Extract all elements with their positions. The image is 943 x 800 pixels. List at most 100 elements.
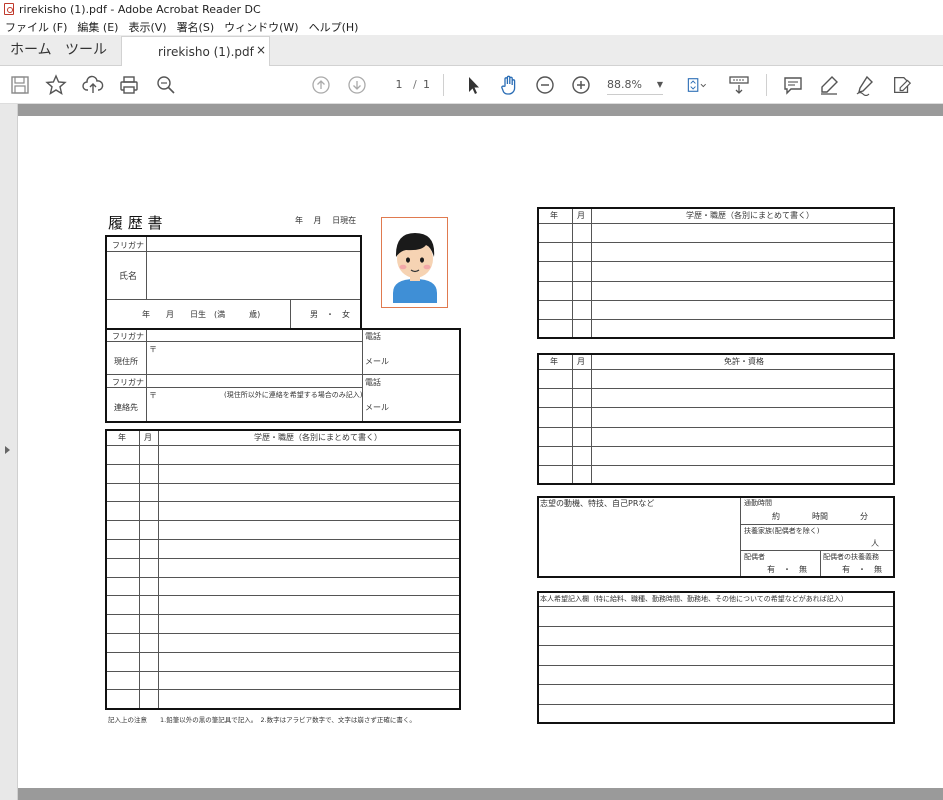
- toolbar-divider: [766, 74, 767, 96]
- table-row-line: [539, 645, 893, 646]
- table-row-line: [107, 482, 459, 484]
- menu-file[interactable]: ファイル (F): [0, 19, 72, 35]
- contact-postal: 〒: [149, 391, 157, 400]
- spouse-label: 配偶者: [744, 553, 765, 561]
- menu-window[interactable]: ウィンドウ(W): [219, 19, 303, 35]
- wish-label: 本人希望記入欄（特に給料、職種、勤務時間、勤務地、その他についての希望などがあれ…: [540, 595, 848, 603]
- table-row-line: [539, 684, 893, 685]
- scroll-mode-icon[interactable]: [728, 66, 750, 104]
- print-icon[interactable]: [118, 66, 140, 104]
- page-up-icon[interactable]: [310, 66, 332, 104]
- pdf-file-icon: [4, 3, 14, 15]
- table-row-line: [539, 445, 893, 447]
- motivation-label: 志望の動機、特技、自己PRなど: [540, 499, 655, 508]
- title-bar: rirekisho (1).pdf - Adobe Acrobat Reader…: [0, 0, 943, 18]
- pdf-page: 履 歴 書 年 月 日現在 フリガナ 氏名 年 月 日生 (満 歳) 男 ・ 女…: [18, 116, 943, 788]
- spouse-support-label: 配偶者の扶養義務: [823, 553, 879, 561]
- find-zoom-icon[interactable]: [155, 66, 177, 104]
- history-right-month-header: 月: [577, 211, 585, 220]
- bookmark-star-icon[interactable]: [45, 66, 67, 104]
- menu-help[interactable]: ヘルプ(H): [304, 19, 364, 35]
- menu-sign[interactable]: 署名(S): [172, 19, 220, 35]
- window-title: rirekisho (1).pdf - Adobe Acrobat Reader…: [19, 2, 261, 16]
- page-down-icon[interactable]: [346, 66, 368, 104]
- address-box: [105, 328, 461, 423]
- address-postal: 〒: [149, 345, 157, 354]
- spouse-value: 有 ・ 無: [767, 565, 807, 574]
- contact-mail-label: メール: [365, 403, 389, 412]
- edit-pdf-icon[interactable]: [890, 66, 914, 104]
- gender-label: 男 ・ 女: [310, 310, 350, 319]
- navigation-pane-toggle[interactable]: [0, 104, 18, 800]
- page-total: 1: [423, 78, 430, 91]
- commute-value: 約 時間 分: [772, 512, 868, 521]
- address-phone-label: 電話: [365, 332, 381, 341]
- table-row-line: [539, 319, 893, 320]
- contact-furigana-label: フリガナ: [112, 378, 144, 387]
- select-cursor-icon[interactable]: [462, 66, 484, 104]
- divider: [107, 299, 360, 300]
- photo-frame: [381, 217, 448, 308]
- table-row-line: [107, 539, 459, 540]
- table-row-line: [107, 557, 459, 559]
- save-icon[interactable]: [9, 66, 31, 104]
- tab-home[interactable]: ホーム: [10, 35, 52, 65]
- zoom-level-select[interactable]: 88.8% ▼: [607, 75, 663, 95]
- table-row-line: [539, 625, 893, 627]
- page-separator: /: [413, 78, 417, 91]
- table-row-line: [107, 445, 459, 446]
- toolbar-divider: [443, 74, 444, 96]
- history-left-header: 学歴・職歴（各別にまとめて書く）: [254, 433, 382, 442]
- close-tab-icon[interactable]: ×: [256, 43, 266, 57]
- divider: [591, 209, 592, 337]
- comment-icon[interactable]: [782, 66, 804, 104]
- name-label: 氏名: [119, 272, 138, 282]
- table-row-line: [107, 651, 459, 653]
- furigana-label: フリガナ: [112, 241, 144, 250]
- table-row-line: [539, 280, 893, 282]
- divider: [820, 551, 821, 576]
- table-row-line: [539, 388, 893, 390]
- divider: [572, 355, 573, 483]
- menu-view[interactable]: 表示(V): [123, 19, 171, 35]
- contact-label: 連絡先: [114, 403, 138, 412]
- spouse-support-value: 有 ・ 無: [842, 565, 882, 574]
- address-label: 現住所: [114, 357, 138, 366]
- sign-pen-icon[interactable]: [854, 66, 876, 104]
- table-row-line: [539, 242, 893, 244]
- tab-tools[interactable]: ツール: [65, 35, 107, 65]
- license-month-header: 月: [577, 357, 585, 366]
- table-row-line: [107, 463, 459, 465]
- hand-tool-icon[interactable]: [498, 66, 520, 104]
- tab-document[interactable]: rirekisho (1).pdf ×: [121, 36, 270, 67]
- commute-label: 通勤時間: [744, 499, 772, 507]
- divider: [740, 498, 741, 576]
- table-row-line: [107, 576, 459, 578]
- divider: [107, 374, 459, 375]
- table-row-line: [107, 670, 459, 672]
- zoom-in-icon[interactable]: [570, 66, 592, 104]
- table-row-line: [539, 407, 893, 409]
- table-row-line: [539, 299, 893, 301]
- divider: [591, 355, 592, 483]
- table-row-line: [539, 426, 893, 428]
- upload-cloud-icon[interactable]: [82, 66, 104, 104]
- divider: [741, 550, 893, 551]
- tab-bar: ホーム ツール rirekisho (1).pdf ×: [0, 35, 943, 67]
- table-row-line: [539, 369, 893, 370]
- highlight-pen-icon[interactable]: [818, 66, 840, 104]
- license-year-header: 年: [550, 357, 558, 366]
- toolbar: 1 / 1 88.8% ▼: [0, 66, 943, 104]
- dependents-label: 扶養家族(配偶者を除く): [744, 527, 820, 535]
- page-fit-icon[interactable]: [683, 66, 711, 104]
- address-mail-label: メール: [365, 357, 389, 366]
- resume-title: 履 歴 書: [108, 214, 163, 232]
- birth-row: 年 月 日生 (満 歳): [142, 310, 261, 319]
- page-top-border: [18, 104, 943, 116]
- table-row-line: [539, 664, 893, 666]
- page-number-input[interactable]: 1: [385, 76, 413, 94]
- menu-edit[interactable]: 編集 (E): [72, 19, 123, 35]
- zoom-out-icon[interactable]: [534, 66, 556, 104]
- contact-note: (現住所以外に連絡を希望する場合のみ記入): [224, 391, 363, 399]
- document-viewer[interactable]: 履 歴 書 年 月 日現在 フリガナ 氏名 年 月 日生 (満 歳) 男 ・ 女…: [0, 104, 943, 800]
